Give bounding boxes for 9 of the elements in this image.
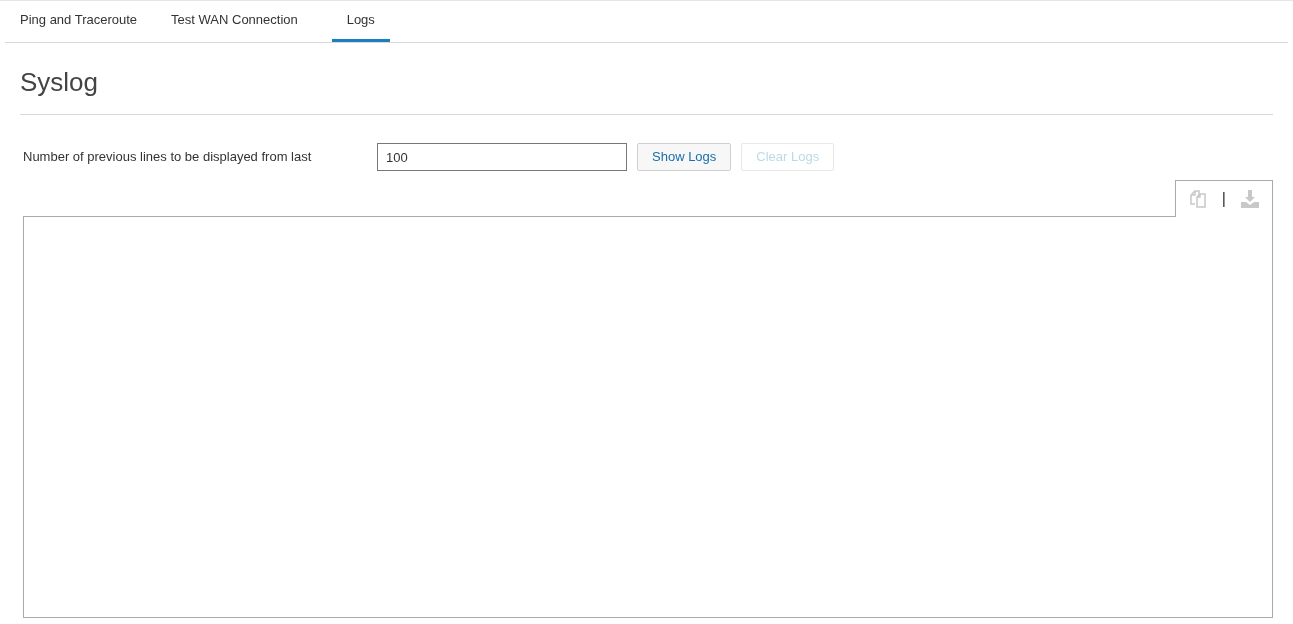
log-output-area[interactable] [23,216,1273,618]
tab[interactable]: Test WAN Connection [171,1,298,42]
tab[interactable]: Logs [331,1,390,42]
field-label: Number of previous lines to be displayed from last [23,148,313,167]
toolbar-separator: | [1221,189,1226,209]
tab[interactable]: Ping and Traceroute [20,1,138,42]
lines-input[interactable]: 100 [377,143,627,171]
page-title: Syslog [20,63,1273,115]
action-button[interactable]: Show Logs [637,143,732,171]
